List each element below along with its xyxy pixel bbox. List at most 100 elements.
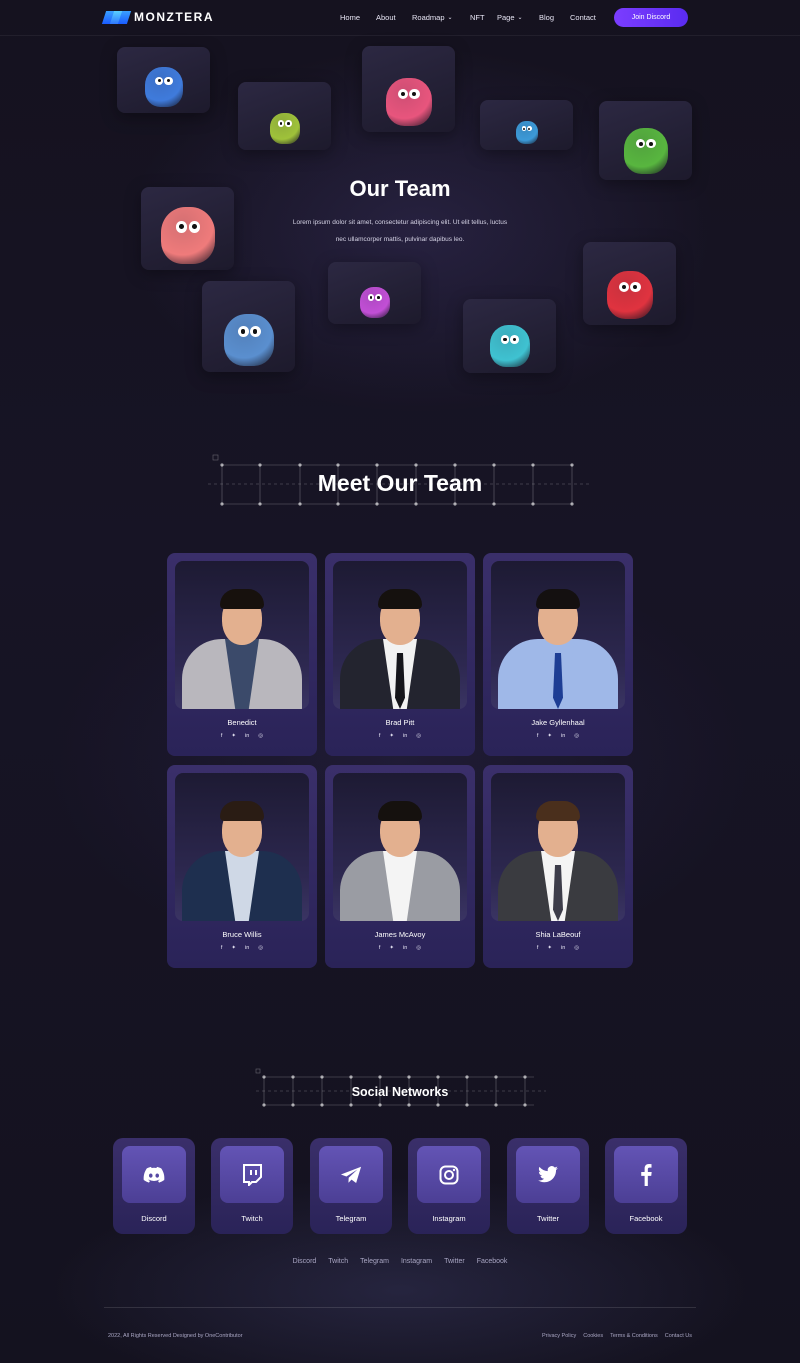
facebook-icon[interactable]: f [379, 733, 381, 739]
monster-card [202, 281, 295, 372]
nav-item-contact[interactable]: Contact [570, 13, 596, 22]
team-member-social-links: f ✦ in ◎ [491, 733, 625, 739]
twitter-icon[interactable]: ✦ [547, 733, 552, 739]
footer-link[interactable]: Terms & Conditions [610, 1333, 658, 1339]
nav-item-roadmap[interactable]: Roadmap ⌄ [412, 13, 453, 22]
team-member-photo [175, 773, 309, 921]
monster-card [117, 47, 210, 113]
social-card-twitch[interactable]: Twitch [211, 1138, 293, 1234]
facebook-icon[interactable]: f [537, 945, 539, 951]
social-link-discord[interactable]: Discord [293, 1258, 317, 1265]
nav-item-page[interactable]: Page ⌄ [497, 13, 523, 22]
twitter-icon[interactable]: ✦ [547, 945, 552, 951]
social-card-label: Twitter [536, 1214, 560, 1223]
social-link-instagram[interactable]: Instagram [401, 1258, 432, 1265]
nav-item-label: NFT [470, 13, 485, 22]
linkedin-icon[interactable]: in [561, 945, 565, 951]
social-card-label: Twitch [241, 1214, 263, 1223]
monster-card [480, 100, 573, 150]
instagram-icon[interactable]: ◎ [574, 945, 579, 951]
social-card-label: Telegram [335, 1214, 367, 1223]
instagram-icon[interactable]: ◎ [258, 733, 263, 739]
linkedin-icon[interactable]: in [245, 945, 249, 951]
team-member-name: Brad Pitt [385, 718, 415, 727]
twitter-icon[interactable]: ✦ [389, 733, 394, 739]
page-title: Our Team [349, 176, 451, 201]
nav-item-blog[interactable]: Blog [539, 13, 554, 22]
team-member-name: Shia LaBeouf [535, 930, 581, 939]
footer-link[interactable]: Contact Us [665, 1333, 692, 1339]
logo-mark-icon [101, 10, 132, 24]
team-member-photo [491, 773, 625, 921]
chevron-down-icon: ⌄ [447, 15, 453, 21]
monster-illustration [223, 313, 274, 366]
nav-item-label: Page [497, 13, 515, 22]
team-member-card[interactable]: Bruce Willis f ✦ in ◎ [167, 765, 317, 968]
social-card-discord[interactable]: Discord [113, 1138, 195, 1234]
twitter-icon[interactable]: ✦ [389, 945, 394, 951]
instagram-icon[interactable]: ◎ [574, 733, 579, 739]
twitter-icon[interactable]: ✦ [231, 733, 236, 739]
nav-item-about[interactable]: About [376, 13, 396, 22]
team-member-social-links: f ✦ in ◎ [333, 945, 467, 951]
social-link-twitch[interactable]: Twitch [328, 1258, 348, 1265]
copyright: 2022, All Rights Reserved Designed by On… [108, 1333, 243, 1339]
team-member-card[interactable]: Jake Gyllenhaal f ✦ in ◎ [483, 553, 633, 756]
monster-illustration [515, 120, 538, 144]
team-member-card[interactable]: Brad Pitt f ✦ in ◎ [325, 553, 475, 756]
facebook-icon[interactable]: f [379, 945, 381, 951]
nav-item-label: Contact [570, 13, 596, 22]
nav-item-home[interactable]: Home [340, 13, 360, 22]
team-member-photo [491, 561, 625, 709]
instagram-icon[interactable]: ◎ [416, 733, 421, 739]
footer-link[interactable]: Privacy Policy [542, 1333, 576, 1339]
social-card-telegram[interactable]: Telegram [310, 1138, 392, 1234]
discord-icon [122, 1146, 186, 1203]
monster-card [583, 242, 676, 325]
twitch-icon [220, 1146, 284, 1203]
social-text-links: Discord Twitch Telegram Instagram Twitter Fac… [0, 1258, 800, 1265]
nav-item-label: Home [340, 13, 361, 22]
social-card-facebook[interactable]: Facebook [605, 1138, 687, 1234]
linkedin-icon[interactable]: in [403, 945, 407, 951]
instagram-icon[interactable]: ◎ [258, 945, 263, 951]
logo[interactable]: MONZTERA [101, 10, 214, 24]
facebook-icon[interactable]: f [221, 733, 223, 739]
nav-item-nft[interactable]: NFT [470, 13, 485, 22]
instagram-icon[interactable]: ◎ [416, 945, 421, 951]
social-card-instagram[interactable]: Instagram [408, 1138, 490, 1234]
social-link-twitter[interactable]: Twitter [444, 1258, 465, 1265]
nav-item-label: Blog [539, 13, 555, 22]
team-member-photo [333, 773, 467, 921]
facebook-icon [614, 1146, 678, 1203]
linkedin-icon[interactable]: in [245, 733, 249, 739]
team-member-social-links: f ✦ in ◎ [175, 733, 309, 739]
social-link-facebook[interactable]: Facebook [477, 1258, 508, 1265]
twitter-icon [516, 1146, 580, 1203]
team-member-card[interactable]: Shia LaBeouf f ✦ in ◎ [483, 765, 633, 968]
team-member-card[interactable]: Benedict f ✦ in ◎ [167, 553, 317, 756]
social-section-title: Social Networks [351, 1085, 449, 1099]
hero-description: Lorem ipsum dolor sit amet, consectetur … [292, 219, 508, 243]
monster-illustration [623, 127, 668, 174]
monster-illustration [144, 67, 183, 107]
team-member-social-links: f ✦ in ◎ [175, 945, 309, 951]
social-card-label: Facebook [629, 1214, 663, 1223]
social-link-telegram[interactable]: Telegram [360, 1258, 389, 1265]
social-card-label: Discord [141, 1214, 167, 1223]
social-card-label: Instagram [432, 1214, 466, 1223]
twitter-icon[interactable]: ✦ [231, 945, 236, 951]
linkedin-icon[interactable]: in [561, 733, 565, 739]
instagram-icon [417, 1146, 481, 1203]
team-member-card[interactable]: James McAvoy f ✦ in ◎ [325, 765, 475, 968]
join-discord-button[interactable]: Join Discord [614, 8, 688, 27]
footer-link[interactable]: Cookies [583, 1333, 603, 1339]
facebook-icon[interactable]: f [221, 945, 223, 951]
team-member-social-links: f ✦ in ◎ [333, 733, 467, 739]
facebook-icon[interactable]: f [537, 733, 539, 739]
site-header: MONZTERA Home About Roadmap ⌄ NFT Page ⌄ Blog Co… [0, 0, 800, 36]
nav-item-label: Roadmap [412, 13, 445, 22]
linkedin-icon[interactable]: in [403, 733, 407, 739]
monster-illustration [385, 77, 432, 126]
social-card-twitter[interactable]: Twitter [507, 1138, 589, 1234]
